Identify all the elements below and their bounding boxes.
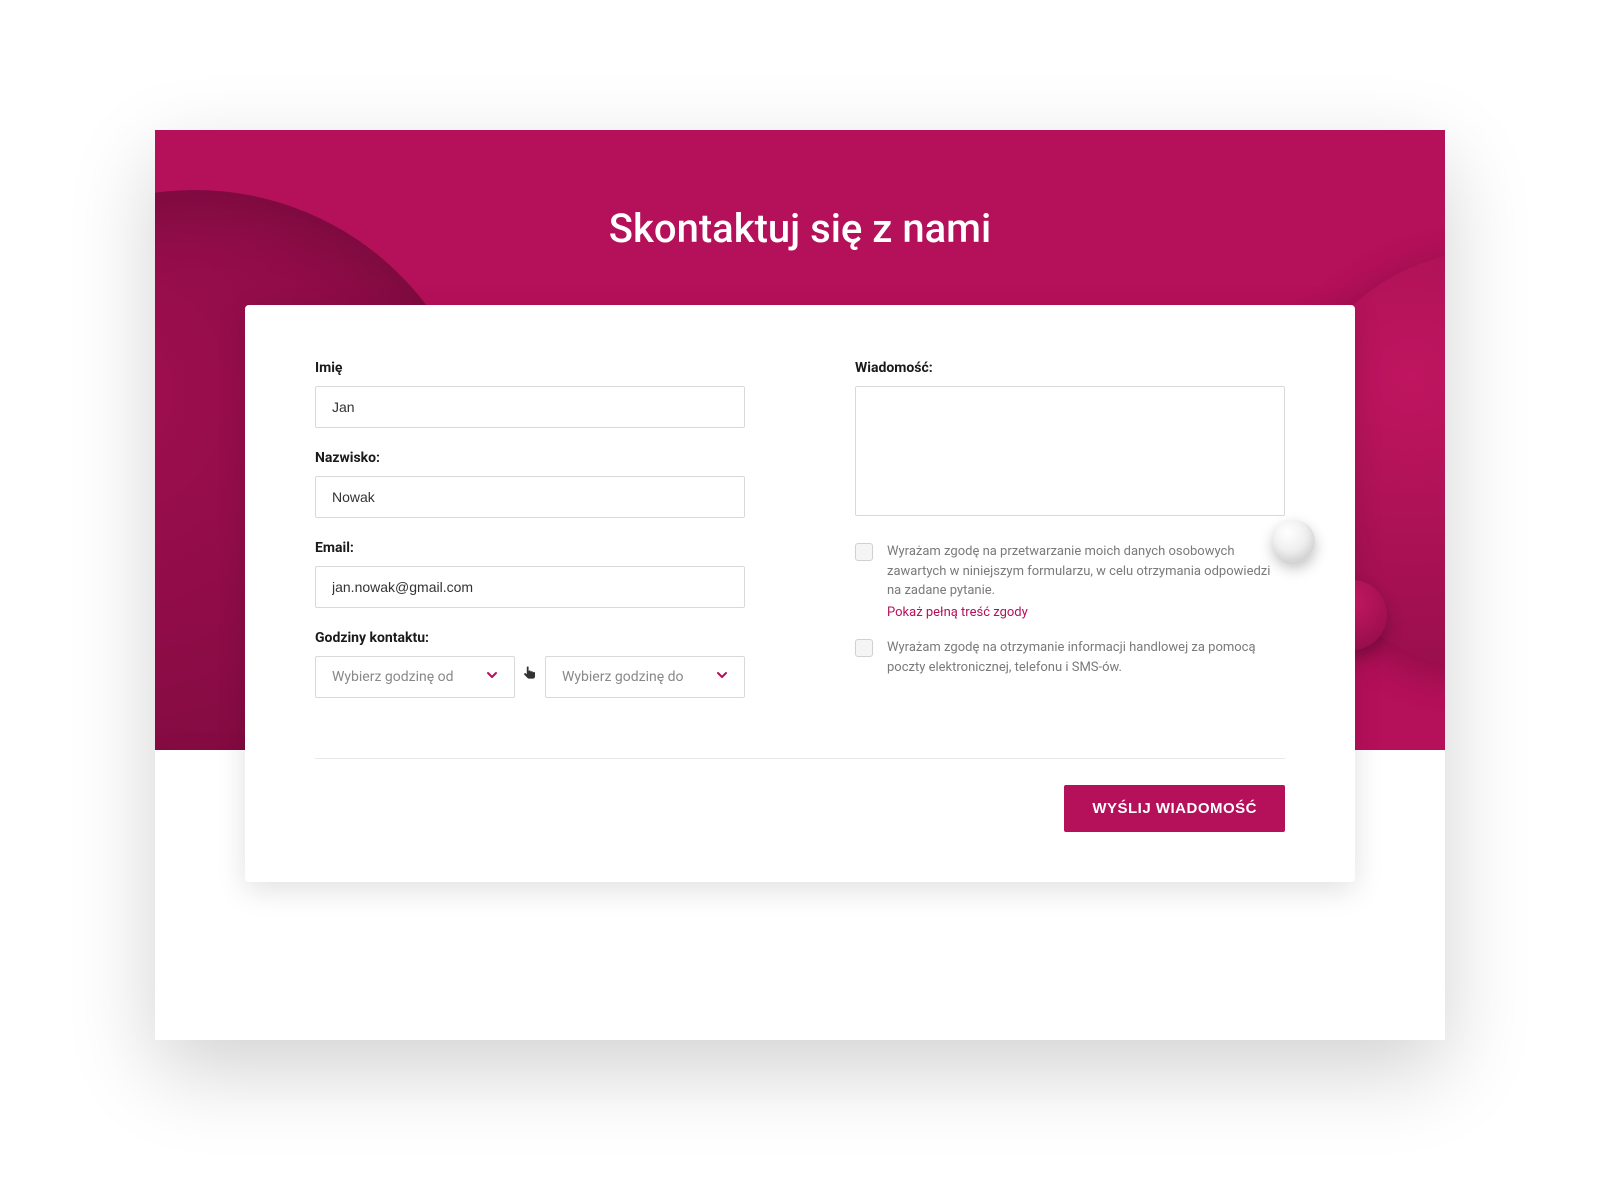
email-label: Email: — [315, 540, 745, 556]
hour-from-select[interactable]: Wybierz godzinę od — [315, 656, 515, 698]
pointer-cursor-icon — [521, 665, 539, 690]
consent-1-text: Wyrażam zgodę na przetwarzanie moich dan… — [887, 544, 1270, 598]
consent-2-text: Wyrażam zgodę na otrzymanie informacji h… — [887, 638, 1285, 677]
decor-pearl — [1273, 520, 1315, 562]
page-title: Skontaktuj się z nami — [155, 130, 1445, 252]
chevron-down-icon — [484, 667, 500, 687]
form-column-left: Imię Nazwisko: Email: Godziny kontaktu: … — [315, 360, 745, 720]
message-group: Wiadomość: — [855, 360, 1285, 520]
contact-hours-label: Godziny kontaktu: — [315, 630, 745, 646]
consent-1-row: Wyrażam zgodę na przetwarzanie moich dan… — [855, 542, 1285, 622]
chevron-down-icon — [714, 667, 730, 687]
email-input[interactable] — [315, 566, 745, 608]
consent-2-row: Wyrażam zgodę na otrzymanie informacji h… — [855, 638, 1285, 677]
form-footer: WYŚLIJ WIADOMOŚĆ — [315, 785, 1285, 832]
email-group: Email: — [315, 540, 745, 608]
first-name-input[interactable] — [315, 386, 745, 428]
last-name-input[interactable] — [315, 476, 745, 518]
first-name-label: Imię — [315, 360, 745, 376]
last-name-group: Nazwisko: — [315, 450, 745, 518]
last-name-label: Nazwisko: — [315, 450, 745, 466]
hour-to-placeholder: Wybierz godzinę do — [562, 669, 684, 685]
consent-1-checkbox[interactable] — [855, 543, 873, 561]
message-label: Wiadomość: — [855, 360, 1285, 376]
hour-from-placeholder: Wybierz godzinę od — [332, 669, 454, 685]
consent-1-label: Wyrażam zgodę na przetwarzanie moich dan… — [887, 542, 1285, 622]
submit-button[interactable]: WYŚLIJ WIADOMOŚĆ — [1064, 785, 1285, 832]
message-textarea[interactable] — [855, 386, 1285, 516]
hours-select-row: Wybierz godzinę od Wybierz godzinę do — [315, 656, 745, 698]
consent-2-checkbox[interactable] — [855, 639, 873, 657]
first-name-group: Imię — [315, 360, 745, 428]
contact-hours-group: Godziny kontaktu: Wybierz godzinę od — [315, 630, 745, 698]
hour-to-select[interactable]: Wybierz godzinę do — [545, 656, 745, 698]
form-column-right: Wiadomość: Wyrażam zgodę na przetwarzani… — [855, 360, 1285, 720]
contact-form-card: Imię Nazwisko: Email: Godziny kontaktu: … — [245, 305, 1355, 882]
form-columns: Imię Nazwisko: Email: Godziny kontaktu: … — [315, 360, 1285, 720]
contact-page: Skontaktuj się z nami Imię Nazwisko: Ema… — [155, 130, 1445, 1040]
form-divider — [315, 758, 1285, 759]
consent-show-full-link[interactable]: Pokaż pełną treść zgody — [887, 603, 1285, 623]
